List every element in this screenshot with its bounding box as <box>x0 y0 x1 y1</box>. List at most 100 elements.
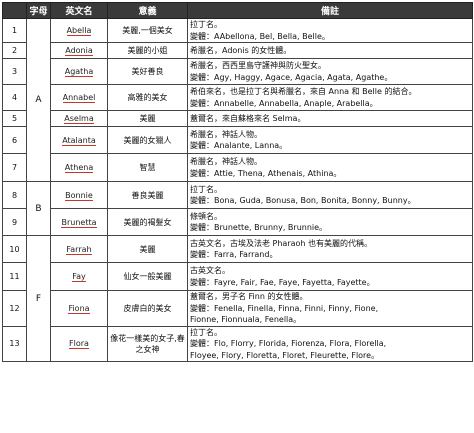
english-name: Farrah <box>66 244 92 255</box>
table-row: 2 Adonia 美麗的小姐 希臘名，Adonis 的女性體。 <box>2 42 473 59</box>
english-name: Bonnie <box>65 190 93 201</box>
note-line: 蓋爾名，男子名 Finn 的女性體。 <box>190 292 308 301</box>
table-row: 3 Agatha 美好善良 希臘名，西西里島守護神與防火聖女。變體：Agy, Hagg… <box>2 58 473 85</box>
note-cell: 希臘名，神話人物。變體：Attie, Thena, Athenais, Athi… <box>187 153 473 182</box>
english-name-cell: Bonnie <box>50 181 108 209</box>
header-english-name: 英文名 <box>50 2 108 19</box>
note-cell: 古英文名。 變體：Fayre, Fair, Fae, Faye, Fayetta,… <box>187 262 473 291</box>
note-line: 變體：AAbellona, Bel, Bella, Belle。 <box>190 31 330 41</box>
meaning-cell: 美麗的褐髮女 <box>107 208 188 236</box>
letter-group: F <box>26 235 51 362</box>
note-line: Floyee, Flory, Floretta, Floret, Fleuret… <box>190 350 380 360</box>
note-line: 蓋爾名，來自蘇格來名 Selma。 <box>190 113 306 123</box>
table-header-row: 字母 英文名 意義 備註 <box>2 2 473 19</box>
note-line: 變體：Analante, Lanna。 <box>190 141 288 150</box>
letter-group: A <box>26 18 51 182</box>
english-name-cell: Flora <box>50 325 108 362</box>
note-cell: 蓋爾名，來自蘇格來名 Selma。 <box>187 110 473 127</box>
note-cell: 古英文名，古埃及法老 Pharaoh 也有美麗的代稱。 變體：Farra, Far… <box>187 235 473 263</box>
english-name: Fiona <box>68 303 90 314</box>
english-name: Athena <box>64 163 94 173</box>
note-cell: 條頓名。變體：Brunette, Brunny, Brunnie。 <box>187 208 473 236</box>
note-cell: 拉丁名。變體：Flo, Florry, Florida, Fiorenza, F… <box>187 325 473 362</box>
note-line: 古英文名。 <box>190 266 230 275</box>
meaning-cell: 高雅的美女 <box>107 84 188 111</box>
meaning-cell: 仙女一般美麗 <box>107 262 188 291</box>
table-row: 11 Fay 仙女一般美麗 古英文名。 變體：Fayre, Fair, Fae, Fay… <box>2 262 473 291</box>
row-number: 12 <box>2 290 27 327</box>
english-name: Fay <box>72 272 86 282</box>
english-name-cell: Annabel <box>50 84 108 111</box>
meaning-cell: 善良美麗 <box>107 181 188 209</box>
meaning-cell: 美好善良 <box>107 58 188 85</box>
row-number: 8 <box>2 181 27 209</box>
table-row: 4 Annabel 高雅的美女 希伯來名，也是拉丁名與希臘名，來自 Anna 和 Be… <box>2 84 473 111</box>
note-line: 變體：Attie, Thena, Athenais, Athina。 <box>190 168 342 178</box>
note-line: 希臘名，神話人物。 <box>190 157 262 166</box>
note-line: 變體：Agy, Haggy, Agace, Agacia, Agata, Aga… <box>190 72 393 82</box>
meaning-cell: 美麗 <box>107 110 188 127</box>
note-cell: 拉丁名。變體：AAbellona, Bel, Bella, Belle。 <box>187 18 473 43</box>
row-number: 4 <box>2 84 27 111</box>
table-row: 1 A Abella 美麗,一個美女 拉丁名。變體：AAbellona, Bel, Be… <box>2 18 473 182</box>
header-letter: 字母 <box>26 2 51 19</box>
table-row: 12 Fiona 皮膚白的美女 蓋爾名，男子名 Finn 的女性體。 變體：Fenell… <box>2 290 473 327</box>
note-line: 古英文名，古埃及法老 Pharaoh 也有美麗的代稱。 <box>190 238 373 248</box>
letter-group: B <box>26 181 51 236</box>
table-row: 7 Athena 智慧 希臘名，神話人物。變體：Attie, Thena, Athen… <box>2 153 473 182</box>
english-name: Flora <box>69 339 89 350</box>
note-line: 希臘名，神話人物。 <box>190 129 262 139</box>
header-note: 備註 <box>187 2 473 19</box>
note-line: 希伯來名，也是拉丁名與希臘名，來自 Anna 和 Belle 的結合。 <box>190 87 417 96</box>
note-line: 希臘名，西西里島守護神與防火聖女。 <box>190 61 326 70</box>
note-cell: 蓋爾名，男子名 Finn 的女性體。 變體：Fenella, Finella, F… <box>187 290 473 327</box>
note-cell: 希伯來名，也是拉丁名與希臘名，來自 Anna 和 Belle 的結合。 變體：An… <box>187 84 473 111</box>
meaning-cell: 像花一樣美的女子,春之女神 <box>107 325 188 362</box>
meaning-cell: 美麗的小姐 <box>107 42 188 59</box>
note-cell: 希臘名，西西里島守護神與防火聖女。變體：Agy, Haggy, Agace, A… <box>187 58 473 85</box>
note-line: 變體：Farra, Farrand。 <box>190 250 278 259</box>
header-number <box>2 2 27 19</box>
table-row: 5 Aselma 美麗 蓋爾名，來自蘇格來名 Selma。 <box>2 110 473 127</box>
meaning-cell: 皮膚白的美女 <box>107 290 188 327</box>
english-name-cell: Adonia <box>50 42 108 59</box>
row-number: 7 <box>2 153 27 182</box>
note-cell: 希臘名，神話人物。變體：Analante, Lanna。 <box>187 126 473 154</box>
row-number: 3 <box>2 58 27 85</box>
english-name-cell: Athena <box>50 153 108 182</box>
row-number: 9 <box>2 208 27 236</box>
note-line: 變體：Flo, Florry, Florida, Fiorenza, Flora… <box>190 339 387 348</box>
english-name-cell: Abella <box>50 18 108 43</box>
row-number: 10 <box>2 235 27 263</box>
note-line: 拉丁名。 <box>190 327 222 337</box>
english-name-cell: Brunetta <box>50 208 108 236</box>
english-name: Adonia <box>65 46 93 56</box>
row-number: 6 <box>2 126 27 154</box>
header-meaning: 意義 <box>107 2 188 19</box>
row-number: 2 <box>2 42 27 59</box>
english-name: Agatha <box>64 67 94 77</box>
note-line: Fionne, Fionnuala, Fenella。 <box>190 315 302 324</box>
meaning-cell: 美麗 <box>107 235 188 263</box>
note-line: 變體：Brunette, Brunny, Brunnie。 <box>190 223 328 232</box>
row-number: 5 <box>2 110 27 127</box>
note-cell: 拉丁名。 變體：Bona, Guda, Bonusa, Bon, Bonita, … <box>187 181 473 209</box>
row-number: 11 <box>2 262 27 291</box>
english-name-cell: Fay <box>50 262 108 291</box>
english-name: Brunetta <box>61 217 97 228</box>
table-row: 8 B Bonnie 善良美麗 拉丁名。 變體：Bona, Guda, Bonusa, B… <box>2 181 473 236</box>
english-name-cell: Atalanta <box>50 126 108 154</box>
meaning-cell: 美麗,一個美女 <box>107 18 188 43</box>
english-name-cell: Aselma <box>50 110 108 127</box>
meaning-cell: 智慧 <box>107 153 188 182</box>
english-name: Aselma <box>64 114 94 124</box>
row-number: 1 <box>2 18 27 43</box>
table-row: 10 F Farrah 美麗 古英文名，古埃及法老 Pharaoh 也有美麗的代稱。 變體… <box>2 235 473 362</box>
girl-names-table: 字母 英文名 意義 備註 1 A Abella 美麗,一個美女 拉丁名。 變體：AAbel… <box>2 2 473 362</box>
note-cell: 希臘名，Adonis 的女性體。 <box>187 42 473 59</box>
english-name: Annabel <box>62 93 96 103</box>
table-row: 6 Atalanta 美麗的女獵人 希臘名，神話人物。 變體：Analante, Lan… <box>2 126 473 154</box>
english-name: Atalanta <box>62 135 96 146</box>
note-line: 條頓名。 <box>190 211 222 221</box>
note-line: 拉丁名。 <box>190 20 222 29</box>
